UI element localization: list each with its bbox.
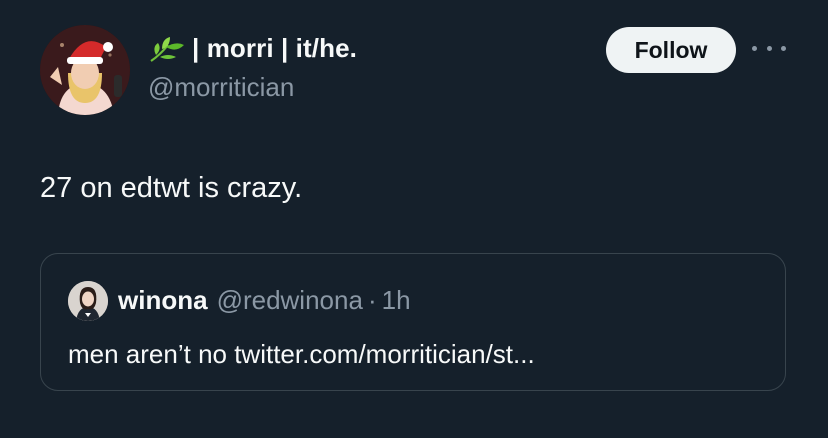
author-handle[interactable]: @morritician [148,72,294,103]
dot [781,45,786,51]
quoted-tweet-text: men aren’t no twitter.com/morritician/st… [68,339,535,369]
santa-hat-avatar-icon [40,25,130,115]
quoted-author-name[interactable]: winona [118,285,208,316]
quoted-header: winona @redwinona · 1h [118,285,411,316]
follow-button[interactable]: Follow [606,27,736,73]
quoted-author-avatar[interactable] [68,281,108,321]
leafy-green-emoji-icon [150,36,184,62]
more-dots-icon[interactable] [752,36,786,60]
author-name-row[interactable]: | morri | it/he. [148,33,357,64]
author-avatar[interactable] [40,25,130,115]
tweet-text: 27 on edtwt is crazy. [40,172,303,204]
quoted-timestamp[interactable]: 1h [382,285,411,316]
quoted-avatar-icon [68,281,108,321]
author-display-name[interactable]: | morri | it/he. [192,33,357,64]
separator-dot: · [367,285,377,315]
quoted-author-handle[interactable]: @redwinona [217,285,363,316]
dot [766,45,772,51]
quoted-tweet-card[interactable]: winona @redwinona · 1h men aren’t no twi… [40,253,786,391]
dot [752,45,757,51]
